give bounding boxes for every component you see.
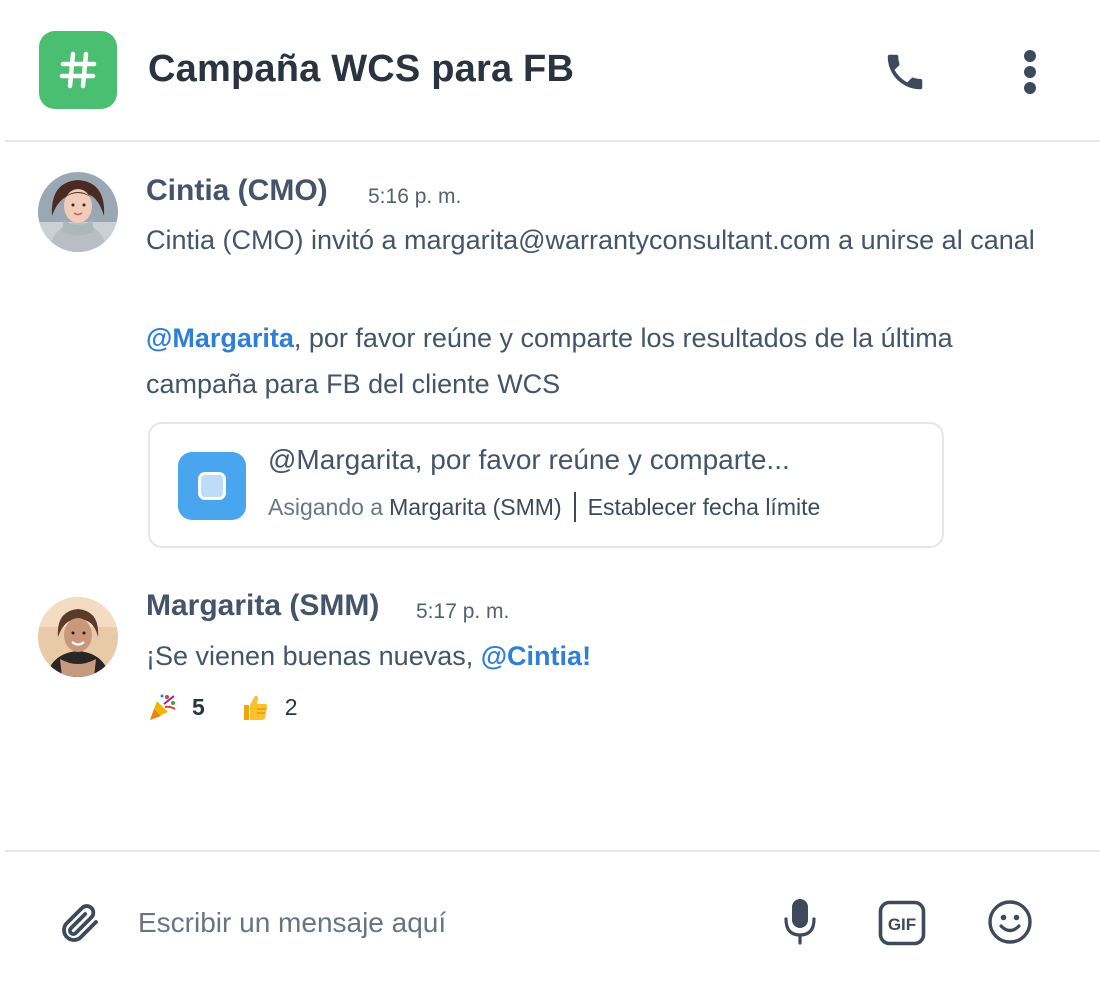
task-assignee[interactable]: Margarita (SMM) bbox=[389, 494, 562, 521]
voice-message-button[interactable] bbox=[780, 896, 820, 948]
gif-icon: GIF bbox=[878, 900, 926, 946]
task-meta-separator bbox=[573, 492, 576, 522]
more-options-button[interactable] bbox=[1010, 46, 1050, 98]
avatar-margarita-photo bbox=[38, 597, 118, 677]
system-message: Cintia (CMO) invitó a margarita@warranty… bbox=[146, 225, 1035, 255]
composer-divider bbox=[5, 850, 1100, 852]
message-author[interactable]: Margarita (SMM) bbox=[146, 589, 379, 623]
set-due-date-link[interactable]: Establecer fecha límite bbox=[588, 494, 821, 521]
party-popper-icon bbox=[146, 690, 178, 724]
gif-label: GIF bbox=[888, 915, 916, 934]
reaction-count: 5 bbox=[192, 693, 205, 720]
avatar-cintia[interactable] bbox=[38, 172, 118, 252]
message-author[interactable]: Cintia (CMO) bbox=[146, 174, 328, 208]
message-time: 5:17 p. m. bbox=[416, 600, 510, 623]
message-time: 5:16 p. m. bbox=[368, 185, 462, 208]
task-title[interactable]: @Margarita, por favor reúne y comparte..… bbox=[268, 444, 790, 476]
reaction-count: 2 bbox=[284, 693, 298, 720]
channel-header: Campaña WCS para FB bbox=[0, 0, 1100, 140]
channel-badge bbox=[39, 31, 117, 109]
hash-icon bbox=[59, 51, 97, 89]
attach-button[interactable] bbox=[55, 898, 105, 948]
task-assigned-prefix: Asigando a bbox=[268, 493, 384, 520]
message-input[interactable] bbox=[138, 902, 738, 944]
task-meta: Asigando a Margarita (SMM) Establecer fe… bbox=[268, 492, 820, 522]
smiley-icon bbox=[988, 900, 1032, 944]
task-card[interactable]: @Margarita, por favor reúne y comparte..… bbox=[148, 422, 944, 548]
mention-link[interactable]: @Cintia! bbox=[481, 641, 591, 671]
phone-icon bbox=[887, 54, 923, 90]
reactions: 5 2 bbox=[146, 690, 332, 724]
channel-title: Campaña WCS para FB bbox=[148, 48, 575, 90]
call-button[interactable] bbox=[880, 48, 930, 96]
more-vertical-icon bbox=[1024, 50, 1036, 94]
thumbs-up-icon bbox=[239, 690, 271, 724]
message-text: ¡Se vienen buenas nuevas, @Cintia! bbox=[146, 633, 1026, 679]
header-divider bbox=[5, 140, 1100, 142]
task-icon bbox=[178, 452, 246, 520]
message-text: @Margarita, por favor reúne y comparte l… bbox=[146, 315, 1026, 407]
gif-button[interactable]: GIF bbox=[878, 900, 926, 946]
emoji-button[interactable] bbox=[986, 898, 1034, 946]
microphone-icon bbox=[784, 899, 816, 945]
paperclip-icon bbox=[62, 904, 98, 942]
message-text-body: ¡Se vienen buenas nuevas, bbox=[146, 641, 481, 671]
avatar-margarita[interactable] bbox=[38, 597, 118, 677]
avatar-cintia-photo bbox=[38, 172, 118, 252]
reaction-thumbs-up[interactable]: 2 bbox=[239, 690, 298, 724]
reaction-party[interactable]: 5 bbox=[146, 690, 205, 724]
mention-link[interactable]: @Margarita bbox=[146, 323, 294, 353]
